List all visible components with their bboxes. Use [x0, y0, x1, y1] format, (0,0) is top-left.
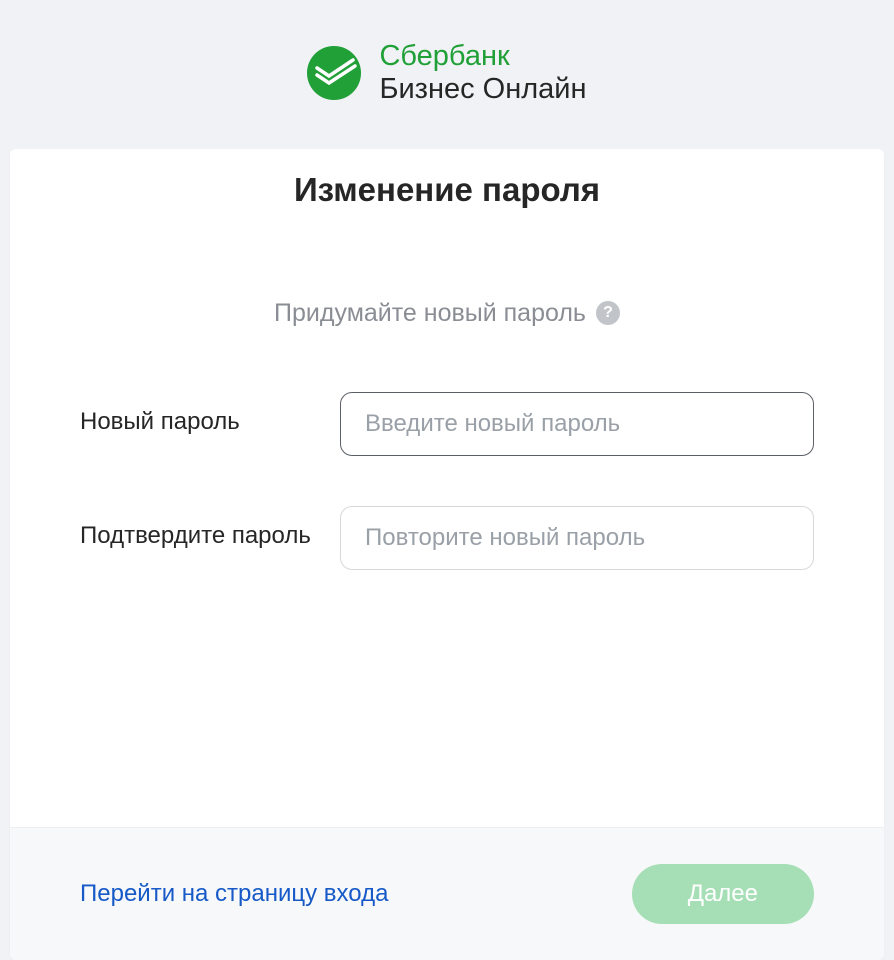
new-password-label: Новый пароль — [80, 392, 340, 437]
card-header: Изменение пароля — [10, 149, 884, 209]
subtitle-row: Придумайте новый пароль ? — [10, 209, 884, 328]
new-password-row: Новый пароль — [80, 392, 814, 456]
password-change-card: Изменение пароля Придумайте новый пароль… — [10, 149, 884, 960]
help-icon[interactable]: ? — [596, 301, 620, 325]
next-button[interactable]: Далее — [632, 864, 814, 924]
card-title: Изменение пароля — [10, 171, 884, 209]
confirm-password-input[interactable] — [340, 506, 814, 570]
brand-line1: Сбербанк — [379, 40, 586, 73]
confirm-password-label: Подтвердите пароль — [80, 506, 340, 551]
page-header: Сбербанк Бизнес Онлайн — [0, 0, 894, 149]
subtitle-text: Придумайте новый пароль — [274, 299, 586, 328]
new-password-input[interactable] — [340, 392, 814, 456]
card-footer: Перейти на страницу входа Далее — [10, 827, 884, 960]
brand-line2: Бизнес Онлайн — [379, 73, 586, 106]
sberbank-logo-icon — [307, 46, 361, 100]
confirm-password-row: Подтвердите пароль — [80, 506, 814, 570]
form-area: Новый пароль Подтвердите пароль — [10, 328, 884, 827]
brand-text: Сбербанк Бизнес Онлайн — [379, 40, 586, 107]
back-to-login-link[interactable]: Перейти на страницу входа — [80, 880, 388, 908]
